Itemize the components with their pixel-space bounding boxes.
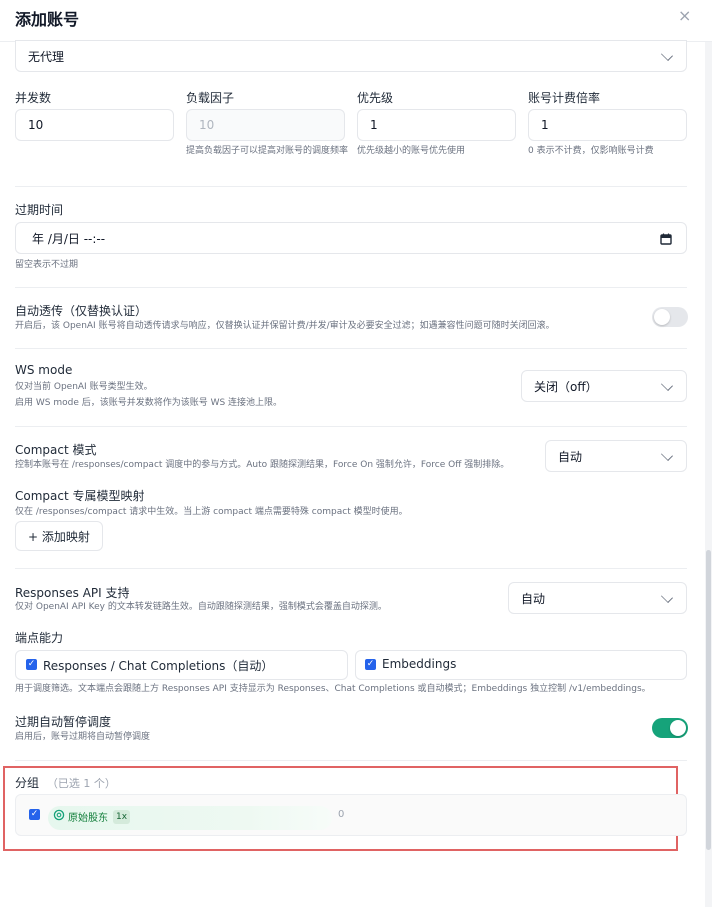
endpoints-label: 端点能力 (15, 631, 64, 645)
auto-pause-label: 过期自动暂停调度 (15, 715, 112, 729)
priority-hint: 优先级越小的账号优先使用 (357, 146, 466, 156)
group-multiplier-badge: 1x (113, 810, 131, 824)
compact-value: 自动 (558, 449, 583, 464)
group-label-text: 分组 (15, 776, 40, 790)
divider (15, 348, 687, 349)
billing-rate-input[interactable]: 1 (528, 109, 687, 141)
ws-mode-hint-2: 启用 WS mode 后，该账号并发数将作为该账号 WS 连接池上限。 (15, 398, 283, 408)
passthrough-toggle[interactable] (652, 307, 688, 327)
close-icon[interactable]: × (678, 6, 691, 25)
load-factor-label: 负载因子 (186, 91, 235, 105)
responses-api-select[interactable]: 自动 (508, 582, 687, 614)
divider (15, 186, 687, 187)
proxy-select[interactable]: 无代理 (15, 40, 687, 72)
priority-value: 1 (370, 118, 378, 132)
chevron-down-icon (660, 378, 674, 392)
group-name: 原始股东 (68, 813, 108, 824)
passthrough-label: 自动透传（仅替换认证） (15, 304, 148, 318)
chevron-down-icon (660, 590, 674, 604)
billing-rate-label: 账号计费倍率 (528, 91, 601, 105)
group-selected-note: （已选 1 个） (46, 777, 116, 790)
billing-rate-value: 1 (541, 118, 549, 132)
compact-mapping-hint: 仅在 /responses/compact 请求中生效。当上游 compact … (15, 507, 408, 517)
ws-mode-hint-1: 仅对当前 OpenAI 账号类型生效。 (15, 382, 153, 392)
group-count: 0 (338, 809, 345, 820)
expiry-label: 过期时间 (15, 203, 64, 217)
compact-hint: 控制本账号在 /responses/compact 调度中的参与方式。Auto … (15, 460, 510, 470)
compact-mapping-label: Compact 专属模型映射 (15, 489, 145, 503)
check-icon[interactable]: ✓ (29, 809, 40, 820)
endpoint-option-embeddings-label: Embeddings (382, 657, 457, 671)
divider (15, 287, 687, 288)
ws-mode-value: 关闭（off） (534, 379, 598, 394)
check-icon[interactable]: ✓ (26, 659, 37, 670)
chevron-down-icon (660, 48, 674, 62)
ws-mode-label: WS mode (15, 363, 73, 377)
divider (15, 426, 687, 427)
dialog-title: 添加账号 (15, 10, 80, 29)
chevron-down-icon (660, 448, 674, 462)
ws-mode-select[interactable]: 关闭（off） (521, 370, 687, 402)
compact-select[interactable]: 自动 (545, 440, 687, 472)
expiry-value: 年 /月/日 --:-- (32, 231, 106, 246)
group-label: 分组 （已选 1 个） (15, 774, 116, 791)
toggle-knob (654, 309, 670, 325)
responses-api-label: Responses API 支持 (15, 586, 130, 600)
endpoint-option-responses-label: Responses / Chat Completions（自动） (43, 659, 274, 673)
responses-api-hint: 仅对 OpenAI API Key 的文本转发链路生效。自动跟随探测结果，强制模… (15, 602, 387, 612)
proxy-select-value: 无代理 (28, 49, 65, 64)
concurrency-label: 并发数 (15, 91, 52, 105)
expiry-hint: 留空表示不过期 (15, 260, 79, 270)
billing-rate-hint: 0 表示不计费，仅影响账号计费 (528, 146, 654, 156)
priority-input[interactable]: 1 (357, 109, 516, 141)
load-factor-hint: 提高负载因子可以提高对账号的调度频率 (186, 146, 349, 156)
concurrency-input[interactable]: 10 (15, 109, 174, 141)
load-factor-input[interactable]: 10 (186, 109, 345, 141)
divider (15, 760, 687, 761)
passthrough-hint: 开启后，该 OpenAI 账号将自动透传请求与响应，仅替换认证并保留计费/并发/… (15, 321, 555, 331)
load-factor-placeholder: 10 (199, 118, 215, 132)
priority-label: 优先级 (357, 91, 394, 105)
dialog-header: 添加账号 × (0, 0, 712, 42)
divider (15, 568, 687, 569)
expiry-datetime-input[interactable]: 年 /月/日 --:-- (15, 222, 687, 254)
concurrency-value: 10 (28, 118, 44, 132)
check-icon[interactable]: ✓ (365, 659, 376, 670)
add-mapping-button[interactable]: + 添加映射 (15, 521, 103, 551)
compact-label: Compact 模式 (15, 443, 97, 457)
scrollbar-thumb[interactable] (706, 550, 711, 850)
auto-pause-toggle[interactable] (652, 718, 688, 738)
responses-api-value: 自动 (521, 591, 546, 606)
calendar-icon[interactable] (660, 233, 672, 245)
openai-icon (53, 809, 65, 821)
endpoints-hint: 用于调度筛选。文本端点会跟随上方 Responses API 支持显示为 Res… (15, 684, 651, 694)
toggle-knob (670, 720, 686, 736)
auto-pause-hint: 启用后，账号过期将自动暂停调度 (15, 732, 151, 742)
